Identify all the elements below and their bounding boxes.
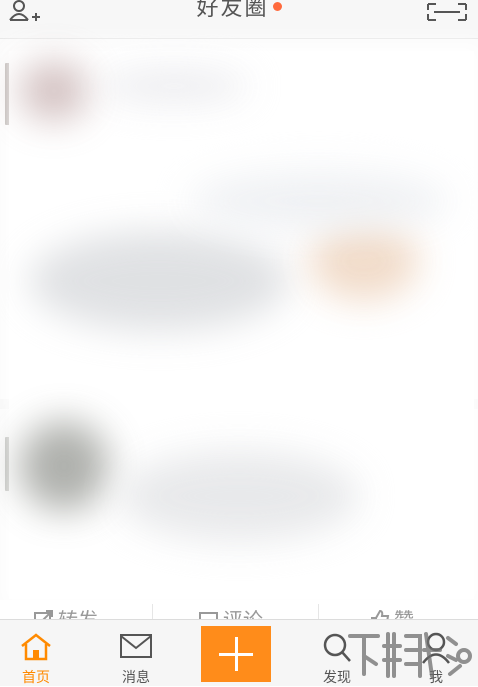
page-title: 好友圈	[0, 0, 478, 24]
feed-post-blurred[interactable]	[9, 51, 474, 599]
blurred-avatar	[19, 421, 109, 511]
action-divider	[152, 604, 153, 620]
top-nav-bar: 好友圈	[0, 0, 478, 39]
tab-home-label: 首页	[22, 670, 50, 686]
feed-list[interactable]	[0, 39, 478, 619]
site-watermark-logo	[344, 626, 472, 682]
tab-messages-label: 消息	[122, 670, 150, 686]
blurred-text	[119, 451, 359, 541]
blurred-image	[29, 231, 289, 331]
blurred-avatar	[19, 61, 89, 121]
tab-messages[interactable]: 消息	[91, 620, 181, 686]
scan-icon[interactable]	[426, 2, 468, 22]
post-action-bar: 转发 评论 赞	[0, 600, 478, 620]
tab-home[interactable]: 首页	[0, 620, 81, 686]
home-icon	[21, 633, 51, 661]
action-divider	[318, 604, 319, 620]
comment-button[interactable]: 评论	[199, 604, 263, 620]
blurred-image	[309, 221, 419, 301]
blurred-text	[99, 71, 249, 101]
blurred-text	[189, 171, 449, 231]
page-title-text: 好友圈	[196, 0, 269, 21]
publish-button[interactable]	[201, 626, 271, 682]
repost-button[interactable]: 转发	[34, 604, 98, 620]
like-button[interactable]: 赞	[370, 604, 414, 620]
mail-icon	[120, 634, 152, 658]
notification-dot	[272, 2, 282, 11]
